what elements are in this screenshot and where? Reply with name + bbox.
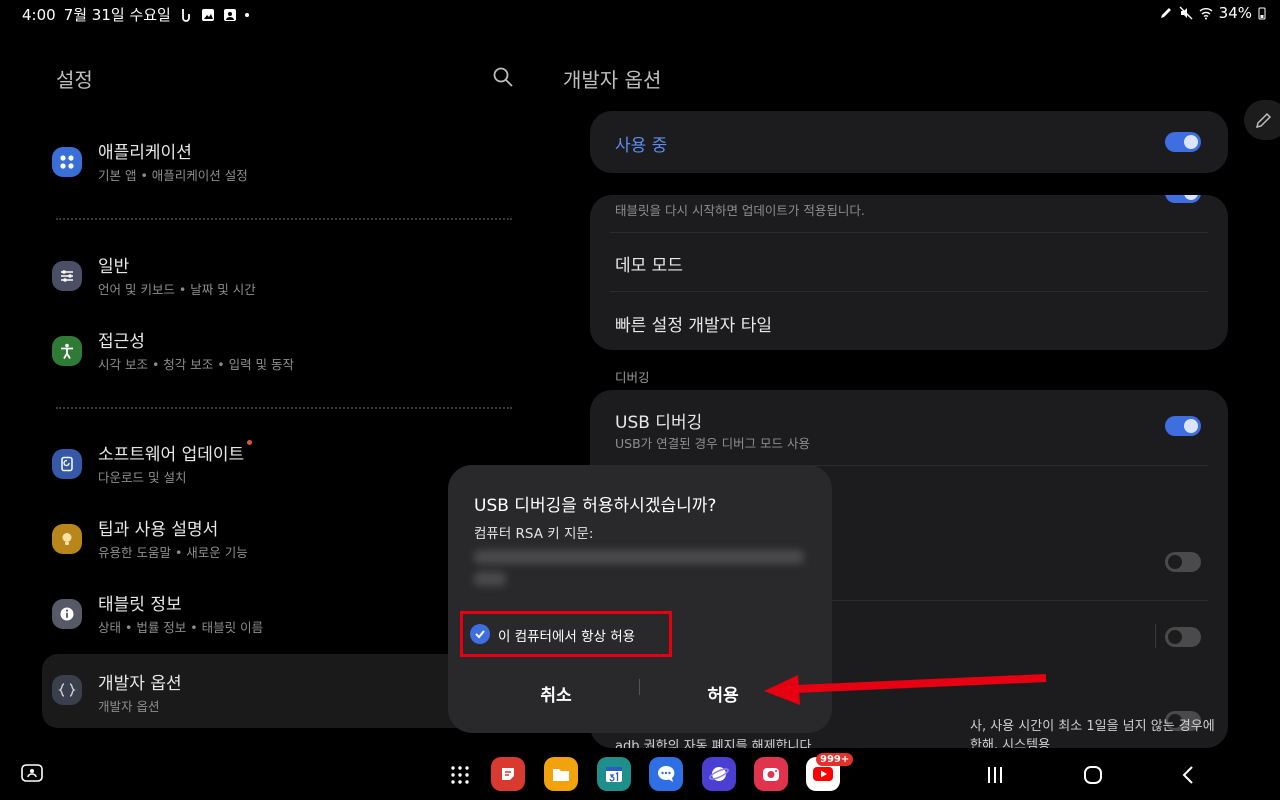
usb-debugging-toggle[interactable]	[1165, 416, 1201, 436]
edit-button[interactable]	[1244, 100, 1280, 140]
quick-settings-tiles-row[interactable]: 빠른 설정 개발자 타일	[615, 311, 772, 336]
redacted-fingerprint	[474, 550, 804, 564]
sidebar-item-general[interactable]: 일반 언어 및 키보드 • 날짜 및 시간	[42, 244, 512, 308]
braces-icon	[52, 675, 82, 705]
sidebar-item-subtitle: 유용한 도움말 • 새로운 기능	[98, 545, 248, 560]
home-icon[interactable]	[1082, 764, 1104, 786]
sidebar-item-title-text: 소프트웨어 업데이트	[98, 445, 245, 465]
sidebar-item-subtitle: 상태 • 법률 정보 • 태블릿 이름	[98, 620, 264, 635]
notes-app-icon[interactable]	[491, 757, 525, 791]
sidebar-item-tips[interactable]: 팁과 사용 설명서 유용한 도움말 • 새로운 기능	[42, 507, 512, 571]
toggle-knob	[1168, 630, 1182, 644]
sidebar-item-subtitle: 기본 앱 • 애플리케이션 설정	[98, 168, 248, 183]
lightbulb-icon	[52, 524, 82, 554]
vertical-divider	[1155, 624, 1156, 648]
toggle-knob	[1184, 195, 1198, 200]
separator	[610, 291, 1208, 292]
messages-app-icon[interactable]	[649, 757, 683, 791]
sidebar-item-title: 태블릿 정보	[98, 595, 182, 615]
annotation-highlight-box	[460, 611, 672, 657]
section-header-debugging: 디버깅	[615, 370, 650, 385]
dialog-title: USB 디버깅을 허용하시겠습니까?	[474, 496, 717, 516]
sidebar-item-applications[interactable]: 애플리케이션 기본 앱 • 애플리케이션 설정	[42, 130, 512, 194]
back-icon[interactable]	[1180, 764, 1196, 786]
sidebar-item-title: 접근성	[98, 332, 145, 352]
notification-dot-icon	[244, 12, 249, 17]
toggle-knob	[1184, 135, 1198, 149]
status-date: 7월 31일 수요일	[63, 6, 171, 24]
annotation-arrow-icon	[764, 674, 1047, 705]
toggle-knob	[1168, 555, 1182, 569]
mute-icon	[1179, 6, 1193, 20]
status-bar-right: 34%	[1159, 4, 1266, 22]
settings-card: 태블릿을 다시 시작하면 업데이트가 적용됩니다. 데모 모드 빠른 설정 개발…	[590, 195, 1228, 350]
sidebar-item-title: 개발자 옵션	[98, 674, 182, 694]
demo-mode-row[interactable]: 데모 모드	[615, 251, 683, 276]
sidebar-item-subtitle: 개발자 옵션	[98, 699, 160, 714]
notification-badge: 999+	[816, 753, 854, 766]
cancel-button[interactable]: 취소	[466, 675, 646, 711]
usb-debugging-desc: USB가 연결된 경우 디버그 모드 사용	[615, 436, 811, 451]
apps-icon	[52, 147, 82, 177]
divider	[56, 218, 512, 220]
status-bar-left: 4:00 7월 31일 수요일	[22, 4, 249, 25]
screen-capture-icon[interactable]	[20, 763, 44, 785]
my-files-app-icon[interactable]	[544, 757, 578, 791]
setting-toggle[interactable]	[1165, 627, 1201, 647]
internet-app-icon[interactable]	[702, 757, 736, 791]
partial-toggle-switch[interactable]	[1165, 195, 1201, 203]
dialog-subtitle: 컴퓨터 RSA 키 지문:	[474, 526, 594, 542]
app-drawer-icon[interactable]	[450, 765, 470, 785]
sidebar-item-title: 애플리케이션	[98, 143, 192, 163]
battery-icon	[1258, 7, 1266, 20]
bixby-icon	[181, 8, 190, 22]
master-toggle-label: 사용 중	[615, 136, 668, 156]
accessibility-icon	[52, 336, 82, 366]
redacted-fingerprint	[474, 572, 506, 586]
sliders-icon	[52, 261, 82, 291]
sidebar-item-subtitle: 언어 및 키보드 • 날짜 및 시간	[98, 282, 256, 297]
recent-apps-icon[interactable]	[986, 765, 1004, 785]
revoke-desc-line2: adb 권한의 자동 폐지를 해제합니다.	[615, 739, 816, 748]
separator	[610, 232, 1208, 233]
info-icon	[52, 599, 82, 629]
usb-debugging-label[interactable]: USB 디버깅	[615, 408, 702, 433]
contact-icon	[223, 8, 236, 21]
sidebar-item-title: 팁과 사용 설명서	[98, 520, 219, 540]
setting-toggle[interactable]	[1165, 552, 1201, 572]
toggle-knob	[1184, 419, 1198, 433]
revoke-desc-line1: 사, 사용 시간이 최소 1일을 넘지 않는 경우에 한해, 시스템용	[970, 719, 1215, 748]
update-icon	[52, 449, 82, 479]
status-time: 4:00	[22, 5, 56, 24]
search-icon[interactable]	[492, 66, 514, 88]
sidebar-item-subtitle: 다운로드 및 설치	[98, 470, 187, 485]
sidebar-item-tablet-info[interactable]: 태블릿 정보 상태 • 법률 정보 • 태블릿 이름	[42, 582, 512, 646]
sidebar-item-title: 일반	[98, 257, 130, 277]
sidebar-item-subtitle: 시각 보조 • 청각 보조 • 입력 및 동작	[98, 357, 295, 372]
sidebar-item-developer-options[interactable]: 개발자 옵션 개발자 옵션	[42, 654, 512, 728]
master-toggle-card[interactable]: 사용 중	[590, 111, 1228, 173]
divider	[56, 407, 512, 409]
wifi-icon	[1199, 8, 1213, 20]
battery-level: 34%	[1218, 4, 1252, 22]
camera-app-icon[interactable]	[754, 757, 788, 791]
sidebar-item-accessibility[interactable]: 접근성 시각 보조 • 청각 보조 • 입력 및 동작	[42, 319, 512, 383]
update-notice: 태블릿을 다시 시작하면 업데이트가 적용됩니다.	[615, 203, 865, 218]
sidebar-item-software-update[interactable]: 소프트웨어 업데이트 다운로드 및 설치	[42, 432, 512, 496]
page-title: 개발자 옵션	[563, 68, 662, 92]
gallery-icon	[201, 8, 214, 21]
settings-title: 설정	[56, 68, 93, 92]
calendar-app-icon[interactable]	[597, 757, 631, 791]
sidebar-item-title: 소프트웨어 업데이트	[98, 440, 253, 465]
pencil-icon	[1255, 112, 1272, 129]
pen-icon	[1160, 8, 1171, 18]
master-toggle-switch[interactable]	[1165, 132, 1201, 152]
new-badge-dot	[247, 440, 253, 445]
